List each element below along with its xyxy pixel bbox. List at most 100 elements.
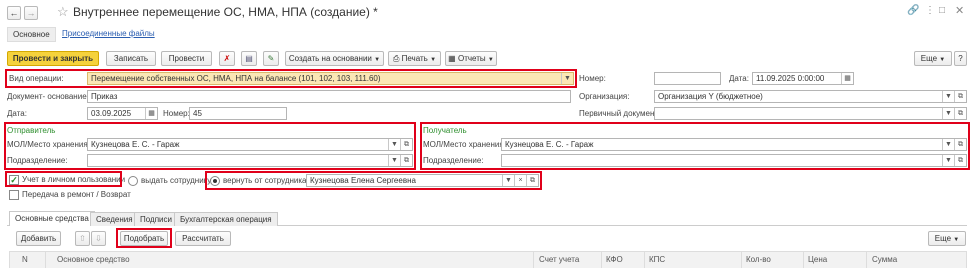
report-icon: ▦ [448,54,456,63]
primary-doc-label: Первичный документ: [579,109,661,118]
operation-select[interactable]: Перемещение собственных ОС, НМА, НПА на … [87,72,574,85]
move-down-button[interactable]: ⇩ [91,231,106,246]
post-icon-button[interactable]: ✗ [219,51,235,66]
arrow-up-icon: ⇧ [79,234,86,243]
col-kps[interactable]: КПС [649,254,665,266]
org-label: Организация: [579,92,630,101]
chevron-down-icon[interactable]: ▼ [942,108,954,119]
doc-date-input[interactable]: 11.09.2025 0:00:00 ▦ [752,72,854,85]
open-icon[interactable]: ⧉ [526,175,538,186]
return-label[interactable]: вернуть от сотрудника: [223,175,309,187]
print-button[interactable]: ⎙ Печать ▼ [388,51,441,66]
col-n[interactable]: N [22,254,28,266]
receiver-dept-select[interactable]: ▼ ⧉ [501,154,967,167]
cancel-post-icon: ✗ [223,54,231,63]
issue-label[interactable]: выдать сотруднику: [141,175,213,187]
employee-select[interactable]: Кузнецова Елена Сергеевна ▼ × ⧉ [306,174,539,187]
col-price[interactable]: Цена [808,254,827,266]
number-input[interactable]: 45 [189,107,287,120]
col-qty[interactable]: Кол-во [746,254,771,266]
more-vertical-icon[interactable]: ⋮ [925,5,935,16]
radio-dot-icon [213,179,217,183]
open-icon[interactable]: ⧉ [400,155,412,166]
return-radio[interactable] [210,176,220,186]
chevron-down-icon[interactable]: ▼ [561,73,573,84]
chevron-down-icon[interactable]: ▼ [942,91,954,102]
table-more-button[interactable]: Еще ▼ [928,231,966,246]
col-separator [803,252,804,268]
basis-label: Документ- основание: [7,92,89,101]
repair-checkbox[interactable] [9,190,19,200]
open-icon[interactable]: ⧉ [400,139,412,150]
receiver-dept-label: Подразделение: [423,156,484,165]
structure-button[interactable]: ✎ [263,51,279,66]
receiver-mol-label: МОЛ/Место хранения: [423,140,506,149]
post-and-close-button[interactable]: Провести и закрыть [7,51,99,66]
sender-dept-label: Подразделение: [7,156,68,165]
tab-fixed-assets[interactable]: Основные средства [9,211,95,226]
col-separator [533,252,534,268]
chevron-down-icon: ▼ [953,237,960,243]
sender-mol-label: МОЛ/Место хранения: [7,140,90,149]
star-icon[interactable]: ☆ [57,4,69,20]
back-button[interactable]: ← [7,6,21,20]
add-button[interactable]: Добавить [16,231,61,246]
primary-doc-select[interactable]: ▼ ⧉ [654,107,967,120]
help-button[interactable]: ? [954,51,967,66]
open-icon[interactable]: ⧉ [954,108,966,119]
date-input[interactable]: 03.09.2025 ▦ [87,107,158,120]
doc-number-input[interactable] [654,72,721,85]
open-icon[interactable]: ⧉ [954,91,966,102]
save-button[interactable]: Записать [106,51,156,66]
sender-dept-select[interactable]: ▼ ⧉ [87,154,413,167]
move-up-button[interactable]: ⇧ [75,231,90,246]
col-asset[interactable]: Основное средство [57,254,130,266]
calculate-button[interactable]: Рассчитать [175,231,231,246]
chevron-down-icon[interactable]: ▼ [942,139,954,150]
basis-input[interactable]: Приказ [87,90,571,103]
receiver-title: Получатель [423,126,467,135]
link-icon[interactable]: 🔗 [907,5,919,16]
receiver-mol-select[interactable]: Кузнецова Е. С. - Гараж ▼ ⧉ [501,138,967,151]
date-label: Дата: [7,109,27,118]
personal-use-checkbox[interactable]: ✓ [9,175,19,185]
chevron-down-icon: ▼ [939,57,946,63]
tab-accounting[interactable]: Бухгалтерская операция [174,212,278,226]
chevron-down-icon[interactable]: ▼ [388,155,400,166]
repair-label[interactable]: Передача в ремонт / Возврат [22,189,131,201]
reports-button[interactable]: ▦ Отчеты ▼ [445,51,497,66]
col-separator [644,252,645,268]
chevron-down-icon[interactable]: ▼ [502,175,514,186]
post-button[interactable]: Провести [161,51,212,66]
issue-radio[interactable] [128,176,138,186]
clear-icon[interactable]: × [514,175,526,186]
forward-button[interactable]: → [24,6,38,20]
sender-mol-select[interactable]: Кузнецова Е. С. - Гараж ▼ ⧉ [87,138,413,151]
calendar-icon[interactable]: ▦ [145,108,157,119]
chevron-down-icon[interactable]: ▼ [942,155,954,166]
close-icon[interactable]: ✕ [955,4,964,17]
col-sum[interactable]: Сумма [872,254,897,266]
create-based-button[interactable]: Создать на основании ▼ [285,51,384,66]
chevron-down-icon: ▼ [374,57,381,63]
journal-button[interactable]: ▤ [241,51,257,66]
open-icon[interactable]: ⧉ [954,139,966,150]
col-kfo[interactable]: КФО [606,254,623,266]
more-button[interactable]: Еще ▼ [914,51,952,66]
open-icon[interactable]: ⧉ [954,155,966,166]
org-select[interactable]: Организация Y (бюджетное) ▼ ⧉ [654,90,967,103]
nav-tab-main[interactable]: Основное [7,27,56,42]
calendar-icon[interactable]: ▦ [841,73,853,84]
personal-use-label[interactable]: Учет в личном пользовании [22,174,125,186]
tab-details[interactable]: Сведения [90,212,139,226]
nav-tab-files[interactable]: Присоединенные файлы [62,29,155,38]
maximize-icon[interactable]: □ [939,5,945,16]
col-account[interactable]: Счет учета [539,254,579,266]
journal-icon: ▤ [245,54,253,63]
doc-number-label: Номер: [579,74,606,83]
select-button[interactable]: Подобрать [120,231,168,246]
chevron-down-icon: ▼ [487,57,494,63]
tab-signatures[interactable]: Подписи [134,212,178,226]
chevron-down-icon[interactable]: ▼ [388,139,400,150]
window-title: Внутреннее перемещение ОС, НМА, НПА (соз… [73,5,378,19]
